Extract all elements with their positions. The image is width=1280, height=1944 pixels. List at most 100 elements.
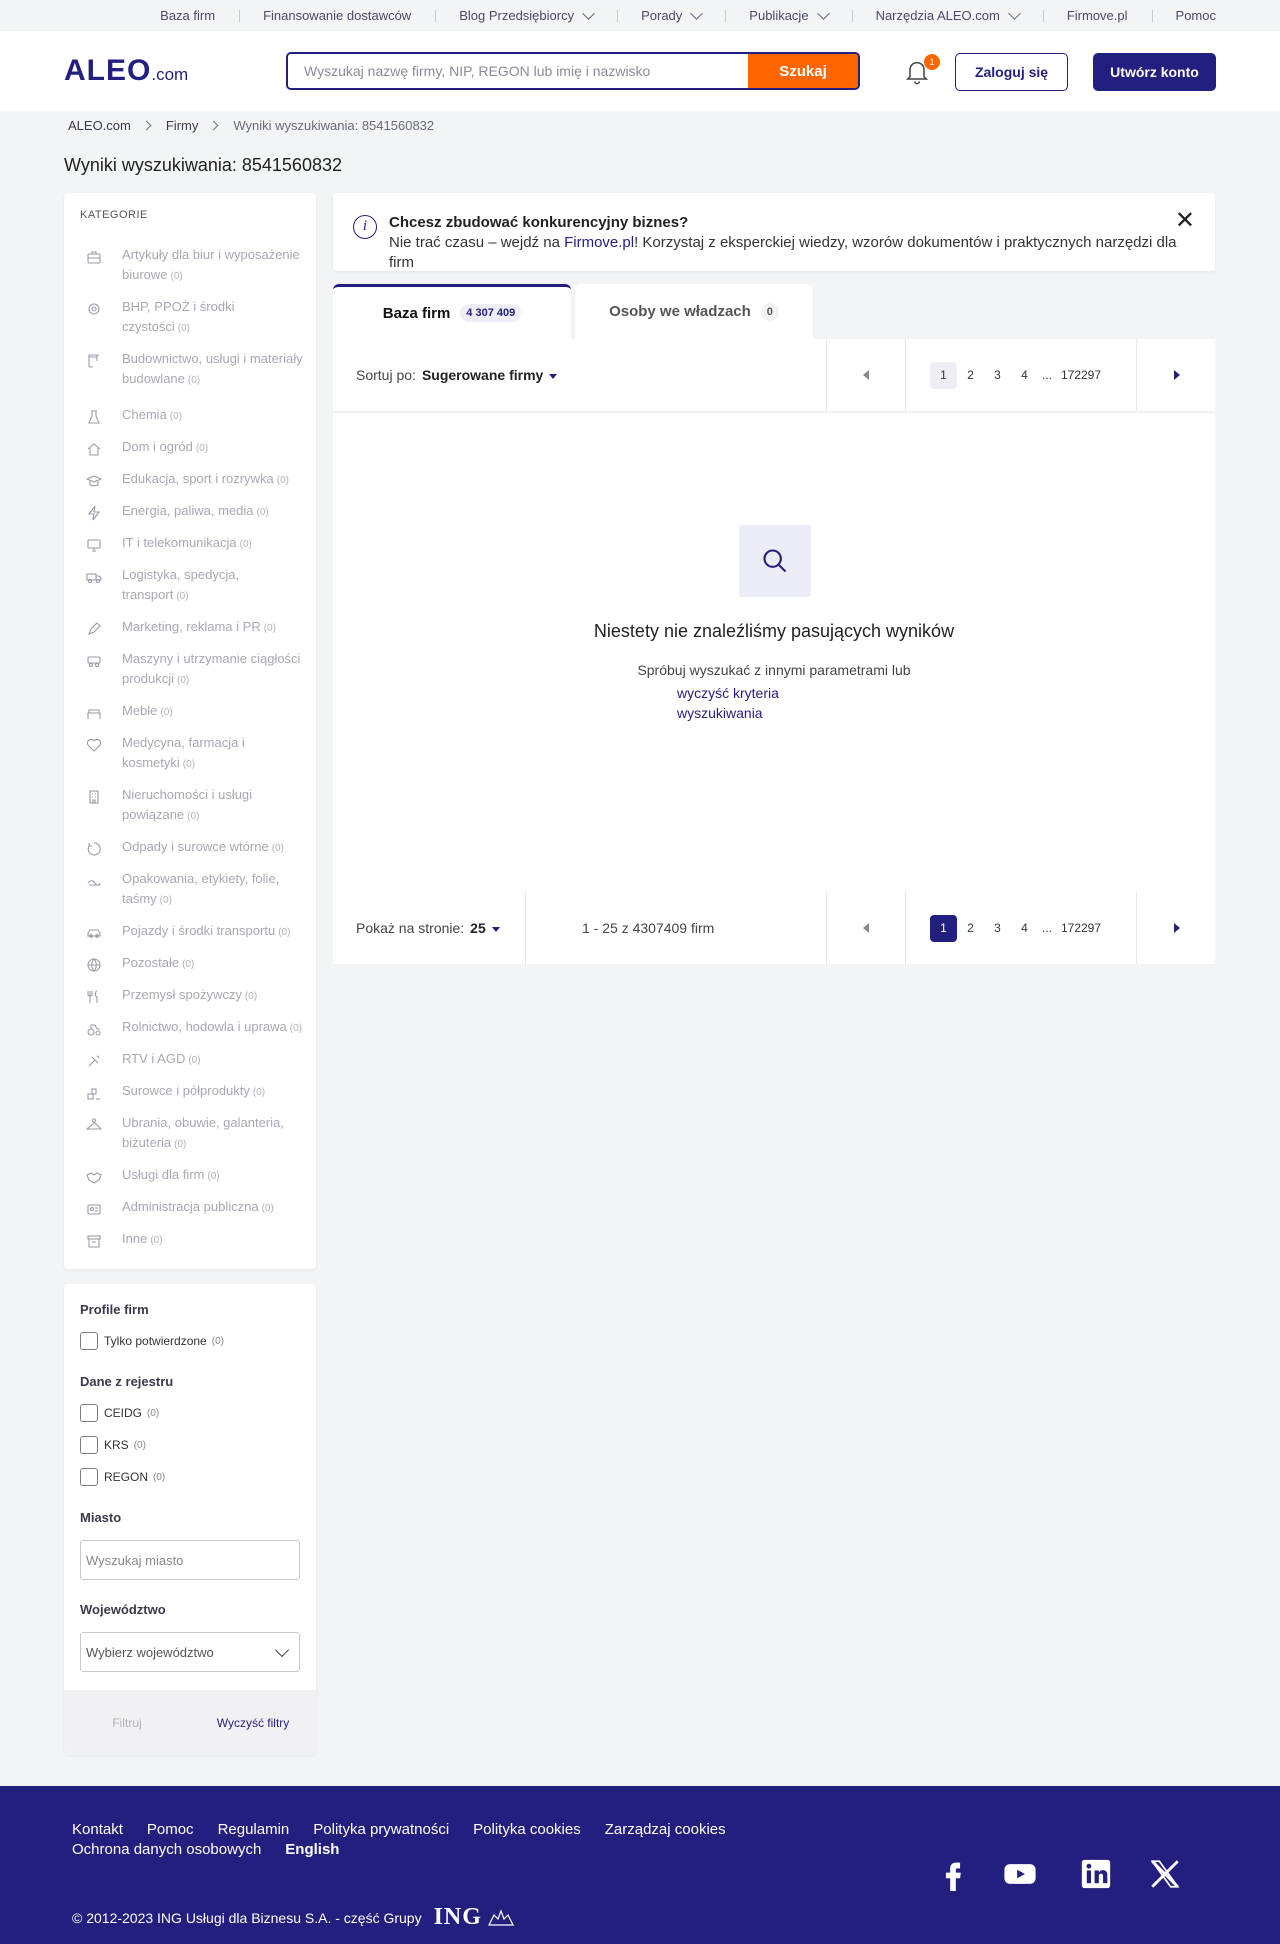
category-item[interactable]: Odpady i surowce wtórne (0) — [80, 837, 310, 859]
page-last[interactable]: 172297 — [1056, 915, 1106, 942]
category-item[interactable]: Dom i ogród (0) — [80, 437, 310, 459]
tab-baza-firm[interactable]: Baza firm 4 307 409 — [333, 284, 571, 339]
topnav-blog[interactable]: Blog Przedsiębiorcy — [435, 6, 617, 23]
linkedin-icon[interactable] — [1079, 1857, 1113, 1891]
per-page-select[interactable]: Pokaż na stronie: 25 — [356, 892, 500, 964]
search-input[interactable] — [288, 54, 748, 88]
facebook-icon[interactable] — [936, 1857, 970, 1891]
login-button[interactable]: Zaloguj się — [955, 53, 1068, 91]
next-page-button[interactable] — [1174, 339, 1180, 411]
page-3[interactable]: 3 — [984, 915, 1011, 942]
topnav-firmove[interactable]: Firmove.pl — [1042, 8, 1152, 23]
category-item[interactable]: Marketing, reklama i PR (0) — [80, 617, 310, 639]
language-switch[interactable]: English — [285, 1841, 339, 1858]
footer: Kontakt Pomoc Regulamin Polityka prywatnośc… — [0, 1786, 1280, 1944]
category-item[interactable]: Medycyna, farmacja i kosmetyki (0) — [80, 733, 310, 775]
topnav-pomoc[interactable]: Pomoc — [1151, 8, 1216, 23]
category-item[interactable]: Surowce i półprodukty (0) — [80, 1081, 310, 1103]
category-item[interactable]: Pojazdy i środki transportu (0) — [80, 921, 310, 943]
sort-bar: Sortuj po: Sugerowane firmy 1 2 3 4 ... … — [333, 339, 1215, 411]
checkbox-box[interactable] — [80, 1332, 98, 1350]
footer-link-manage-cookies[interactable]: Zarządzaj cookies — [605, 1821, 726, 1838]
firmove-link[interactable]: Firmove.pl — [564, 234, 634, 251]
create-account-button[interactable]: Utwórz konto — [1093, 53, 1216, 91]
category-item[interactable]: Logistyka, spedycja, transport (0) — [80, 565, 310, 607]
category-item[interactable]: Budownictwo, usługi i materiały budowlane… — [80, 349, 310, 391]
category-item[interactable]: Maszyny i utrzymanie ciągłości produkcji(… — [80, 649, 310, 691]
voivodeship-heading: Województwo — [80, 1602, 166, 1617]
search-icon — [763, 549, 787, 573]
page-2[interactable]: 2 — [957, 362, 984, 389]
category-item[interactable]: Inne (0) — [80, 1229, 310, 1251]
category-item[interactable]: Edukacja, sport i rozrywka (0) — [80, 469, 310, 491]
category-item[interactable]: Opakowania, etykiety, folie, taśmy (0) — [80, 869, 310, 911]
topnav-publikacje[interactable]: Publikacje — [725, 6, 851, 23]
category-count: (0) — [160, 707, 173, 718]
x-icon[interactable] — [1148, 1857, 1182, 1891]
regon-checkbox[interactable]: REGON (0) — [80, 1468, 165, 1486]
ceidg-checkbox[interactable]: CEIDG (0) — [80, 1404, 159, 1422]
city-search-input[interactable] — [80, 1540, 300, 1580]
category-count: (0) — [289, 1023, 302, 1034]
breadcrumb-home[interactable]: ALEO.com — [68, 118, 131, 133]
logo[interactable]: ALEO.com — [64, 54, 286, 88]
filter-button[interactable]: Filtruj — [64, 1716, 190, 1730]
page-1[interactable]: 1 — [930, 361, 957, 389]
category-item[interactable]: Rolnictwo, hodowla i uprawa (0) — [80, 1017, 310, 1039]
footer-link-regulamin[interactable]: Regulamin — [218, 1821, 290, 1838]
page-1[interactable]: 1 — [930, 914, 957, 942]
search-button[interactable]: Szukaj — [748, 54, 858, 88]
category-item[interactable]: Przemysł spożywczy (0) — [80, 985, 310, 1007]
footer-link-privacy[interactable]: Polityka prywatności — [313, 1821, 449, 1838]
voivodeship-select[interactable]: Wybierz województwo — [80, 1632, 300, 1672]
page-2[interactable]: 2 — [957, 915, 984, 942]
krs-checkbox[interactable]: KRS (0) — [80, 1436, 146, 1454]
topnav-finansowanie[interactable]: Finansowanie dostawców — [239, 8, 435, 23]
page-4[interactable]: 4 — [1011, 362, 1038, 389]
category-count: (0) — [244, 991, 258, 1002]
category-item[interactable]: BHP, PPOŻ i środki czystości (0) — [80, 297, 310, 339]
close-icon[interactable]: ✕ — [1175, 209, 1195, 233]
category-item[interactable]: Meble (0) — [80, 701, 310, 723]
footer-link-cookies[interactable]: Polityka cookies — [473, 1821, 581, 1838]
breadcrumb-firmy[interactable]: Firmy — [166, 118, 199, 133]
category-count: (0) — [271, 843, 284, 854]
breadcrumb: ALEO.com Firmy Wyniki wyszukiwania: 8541… — [68, 118, 434, 133]
category-item[interactable]: Energia, paliwa, media (0) — [80, 501, 310, 523]
page-last[interactable]: 172297 — [1056, 362, 1106, 389]
checkbox-box[interactable] — [80, 1468, 98, 1486]
prev-page-button[interactable] — [863, 892, 869, 964]
checkbox-box[interactable] — [80, 1436, 98, 1454]
category-item[interactable]: Chemia (0) — [80, 405, 310, 427]
topnav-baza-firm[interactable]: Baza firm — [136, 8, 239, 23]
category-item[interactable]: Ubrania, obuwie, galanteria, biżuteria (0) — [80, 1113, 310, 1155]
sort-select[interactable]: Sortuj po: Sugerowane firmy — [356, 339, 558, 411]
topnav-porady[interactable]: Porady — [617, 6, 725, 23]
category-item[interactable]: IT i telekomunikacja (0) — [80, 533, 310, 555]
next-page-button[interactable] — [1174, 892, 1180, 964]
city-heading: Miasto — [80, 1510, 122, 1525]
clear-filters-button[interactable]: Wyczyść filtry — [190, 1716, 316, 1730]
footer-link-kontakt[interactable]: Kontakt — [72, 1821, 123, 1838]
page-4[interactable]: 4 — [1011, 915, 1038, 942]
topnav-narzedzia[interactable]: Narzędzia ALEO.com — [851, 6, 1043, 23]
notifications-button[interactable]: 1 — [902, 54, 940, 86]
page-3[interactable]: 3 — [984, 362, 1011, 389]
footer-link-pomoc[interactable]: Pomoc — [147, 1821, 194, 1838]
tab-osoby-we-wladzach[interactable]: Osoby we władzach 0 — [575, 284, 813, 339]
youtube-icon[interactable] — [1003, 1857, 1037, 1891]
category-count: (0) — [177, 323, 190, 334]
category-item[interactable]: Artykuły dla biur i wyposażenie biurowe (0… — [80, 245, 310, 287]
footer-link-data-protection[interactable]: Ochrona danych osobowych — [72, 1841, 261, 1858]
category-item[interactable]: Administracja publiczna (0) — [80, 1197, 310, 1219]
category-item[interactable]: Pozostałe (0) — [80, 953, 310, 975]
category-item[interactable]: RTV i AGD (0) — [80, 1049, 310, 1071]
confirmed-only-checkbox[interactable]: Tylko potwierdzone (0) — [80, 1332, 224, 1350]
clear-criteria-link[interactable]: wyczyść kryteria wyszukiwania — [677, 683, 797, 723]
checkbox-box[interactable] — [80, 1404, 98, 1422]
prev-page-button[interactable] — [863, 339, 869, 411]
category-label: Przemysł spożywczy (0) — [122, 987, 258, 1002]
category-item[interactable]: Nieruchomości i usługi powiązane (0) — [80, 785, 310, 827]
arrow-right-icon — [1174, 370, 1180, 380]
category-item[interactable]: Usługi dla firm (0) — [80, 1165, 310, 1187]
